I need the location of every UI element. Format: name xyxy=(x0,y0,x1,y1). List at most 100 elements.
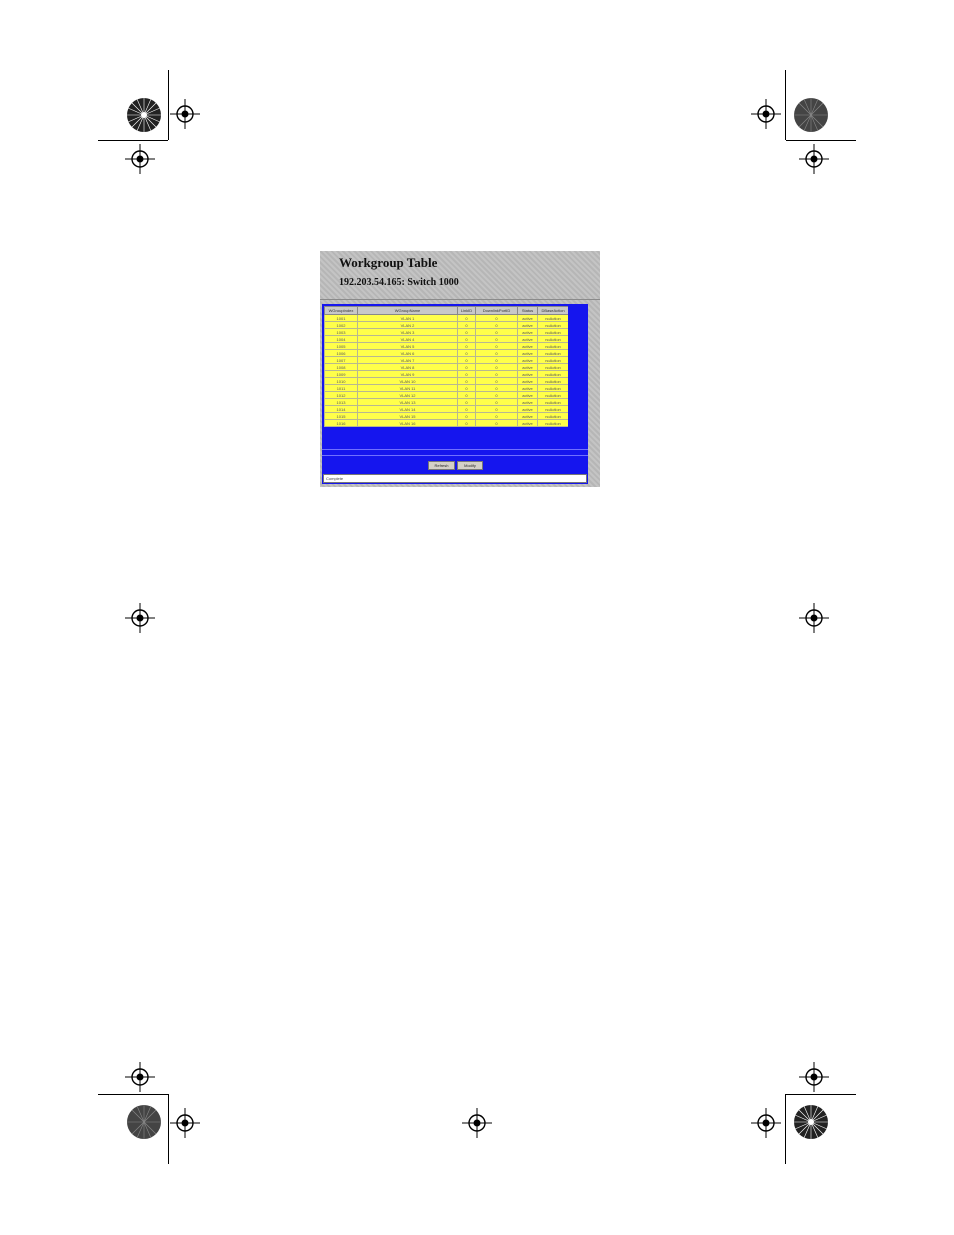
table-cell: 1012 xyxy=(324,391,358,399)
crop-line-bottom-left-vertical xyxy=(168,1094,169,1164)
refresh-button[interactable]: Refresh xyxy=(428,461,455,470)
table-row[interactable]: 1006 VLAN 6 0 0 active noAction xyxy=(324,349,568,357)
registration-wheel-icon xyxy=(127,98,161,132)
table-row[interactable]: 1001 VLAN 1 0 0 active noAction xyxy=(324,314,568,322)
table-cell: 0 xyxy=(475,342,518,350)
table-cell: VLAN 3 xyxy=(357,328,458,336)
table-row[interactable]: 1013 VLAN 13 0 0 active noAction xyxy=(324,398,568,406)
table-cell: VLAN 15 xyxy=(357,412,458,420)
table-cell: 1013 xyxy=(324,398,358,406)
table-cell: 0 xyxy=(475,370,518,378)
crop-line-top-right-horizontal xyxy=(786,140,856,141)
crop-line-bottom-left-horizontal xyxy=(98,1094,168,1095)
crop-line-top-left-horizontal xyxy=(98,140,168,141)
registration-crosshair-icon xyxy=(170,99,200,129)
column-header[interactable]: LinkID xyxy=(457,306,476,315)
table-row[interactable]: 1007 VLAN 7 0 0 active noAction xyxy=(324,356,568,364)
column-header[interactable]: WGroupIndex xyxy=(324,306,358,315)
table-row[interactable]: 1010 VLAN 10 0 0 active noAction xyxy=(324,377,568,385)
table-cell: 0 xyxy=(457,328,476,336)
table-cell: noAction xyxy=(537,356,568,364)
table-cell: 0 xyxy=(475,391,518,399)
registration-crosshair-icon xyxy=(125,144,155,174)
table-cell: 0 xyxy=(475,419,518,427)
table-cell: noAction xyxy=(537,370,568,378)
table-cell: 0 xyxy=(457,384,476,392)
table-cell: 0 xyxy=(457,419,476,427)
table-cell: active xyxy=(517,384,538,392)
table-cell: 1010 xyxy=(324,377,358,385)
table-cell: active xyxy=(517,349,538,357)
table-row[interactable]: 1003 VLAN 3 0 0 active noAction xyxy=(324,328,568,336)
table-cell: 0 xyxy=(457,391,476,399)
table-row[interactable]: 1015 VLAN 15 0 0 active noAction xyxy=(324,412,568,420)
table-cell: noAction xyxy=(537,314,568,322)
column-header[interactable]: Status xyxy=(517,306,538,315)
table-cell: active xyxy=(517,398,538,406)
table-cell: active xyxy=(517,335,538,343)
table-cell: 0 xyxy=(475,356,518,364)
table-frame: WGroupIndex WGroupName LinkID DownlinkPo… xyxy=(322,304,588,484)
table-cell: 0 xyxy=(457,412,476,420)
table-row[interactable]: 1012 VLAN 12 0 0 active noAction xyxy=(324,391,568,399)
table-cell: 0 xyxy=(457,342,476,350)
table-cell: VLAN 13 xyxy=(357,398,458,406)
table-cell: 0 xyxy=(457,370,476,378)
table-cell: 0 xyxy=(457,377,476,385)
registration-wheel-icon xyxy=(794,1105,828,1139)
table-row[interactable]: 1002 VLAN 2 0 0 active noAction xyxy=(324,321,568,329)
table-cell: noAction xyxy=(537,398,568,406)
table-row[interactable]: 1009 VLAN 9 0 0 active noAction xyxy=(324,370,568,378)
table-row[interactable]: 1014 VLAN 14 0 0 active noAction xyxy=(324,405,568,413)
column-header[interactable]: WGroupName xyxy=(357,306,458,315)
column-header[interactable]: DBaseAction xyxy=(537,306,568,315)
crop-line-top-left-vertical xyxy=(168,70,169,140)
table-row[interactable]: 1008 VLAN 8 0 0 active noAction xyxy=(324,363,568,371)
status-bar: Complete xyxy=(323,474,587,483)
table-cell: VLAN 11 xyxy=(357,384,458,392)
table-row[interactable]: 1016 VLAN 16 0 0 active noAction xyxy=(324,419,568,427)
table-cell: noAction xyxy=(537,363,568,371)
column-header[interactable]: DownlinkPortID xyxy=(475,306,518,315)
registration-crosshair-icon xyxy=(462,1108,492,1138)
table-cell: 1014 xyxy=(324,405,358,413)
table-cell: active xyxy=(517,370,538,378)
table-cell: 0 xyxy=(475,335,518,343)
frame-separator xyxy=(322,455,588,456)
table-row[interactable]: 1005 VLAN 5 0 0 active noAction xyxy=(324,342,568,350)
table-row[interactable]: 1011 VLAN 11 0 0 active noAction xyxy=(324,384,568,392)
workgroup-table: WGroupIndex WGroupName LinkID DownlinkPo… xyxy=(324,306,568,427)
table-scrollbar[interactable] xyxy=(570,306,586,444)
table-cell: 1006 xyxy=(324,349,358,357)
table-cell: noAction xyxy=(537,384,568,392)
table-cell: active xyxy=(517,377,538,385)
table-cell: noAction xyxy=(537,412,568,420)
table-cell: 1015 xyxy=(324,412,358,420)
table-cell: 0 xyxy=(457,356,476,364)
table-cell: 1007 xyxy=(324,356,358,364)
table-cell: active xyxy=(517,391,538,399)
table-cell: active xyxy=(517,314,538,322)
table-cell: noAction xyxy=(537,391,568,399)
crop-line-top-right-vertical xyxy=(785,70,786,140)
modify-button[interactable]: Modify xyxy=(457,461,483,470)
table-cell: 1002 xyxy=(324,321,358,329)
table-cell: active xyxy=(517,419,538,427)
table-row[interactable]: 1004 VLAN 4 0 0 active noAction xyxy=(324,335,568,343)
table-cell: noAction xyxy=(537,377,568,385)
table-cell: active xyxy=(517,342,538,350)
table-cell: active xyxy=(517,328,538,336)
table-cell: 0 xyxy=(457,349,476,357)
table-scroll-area[interactable]: WGroupIndex WGroupName LinkID DownlinkPo… xyxy=(324,306,568,444)
registration-crosshair-icon xyxy=(799,144,829,174)
table-cell: 1004 xyxy=(324,335,358,343)
table-cell: VLAN 14 xyxy=(357,405,458,413)
table-cell: 0 xyxy=(475,398,518,406)
header-divider xyxy=(320,299,600,300)
table-cell: VLAN 8 xyxy=(357,363,458,371)
frame-separator xyxy=(322,449,588,450)
table-cell: VLAN 2 xyxy=(357,321,458,329)
table-cell: 0 xyxy=(457,335,476,343)
table-cell: 0 xyxy=(457,321,476,329)
table-cell: active xyxy=(517,412,538,420)
